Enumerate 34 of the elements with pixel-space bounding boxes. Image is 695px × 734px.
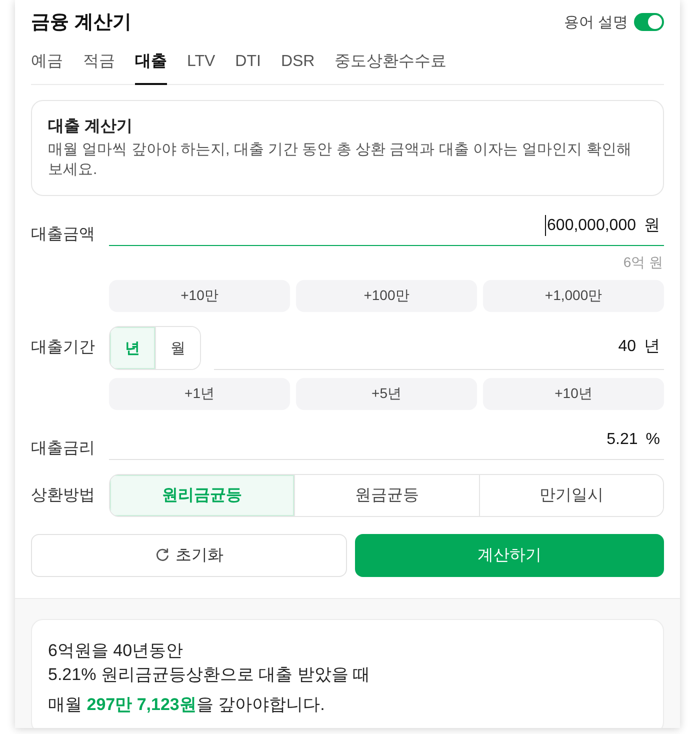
tab[interactable]: LTV bbox=[187, 43, 216, 85]
info-description: 매월 얼마씩 갚아야 하는지, 대출 기간 동안 총 상환 금액과 대출 이자는 얼마인지 확인해 보세요. bbox=[48, 140, 632, 180]
glossary-switch[interactable] bbox=[634, 13, 664, 31]
field-label: 대출기간 bbox=[31, 338, 96, 358]
result-text: 5.21% 원리금균등상환으로 대출 받았을 때 bbox=[48, 664, 372, 686]
page-title: 금융 계산기 bbox=[31, 11, 132, 35]
result-text: 6억원을 40년동안 bbox=[48, 640, 184, 662]
repayment-option[interactable]: 만기일시 bbox=[478, 475, 663, 516]
unit-option[interactable]: 월 bbox=[154, 327, 200, 369]
tab[interactable]: DSR bbox=[280, 43, 315, 85]
tab[interactable]: 중도상환수수료 bbox=[334, 43, 447, 85]
field-label: 상환방법 bbox=[31, 486, 96, 506]
helper-text: 6억 원 bbox=[622, 253, 664, 271]
quick-add-button[interactable]: +1,000만 bbox=[483, 280, 664, 312]
tab[interactable]: 예금 bbox=[31, 43, 63, 85]
field-label: 대출금액 bbox=[31, 225, 96, 245]
quick-add-button[interactable]: +1년 bbox=[109, 378, 290, 410]
input-field[interactable]: 40 년 bbox=[214, 326, 664, 370]
tab[interactable]: 적금 bbox=[83, 43, 115, 85]
refresh-icon bbox=[154, 548, 170, 563]
tab[interactable]: DTI bbox=[235, 43, 261, 85]
quick-add-button[interactable]: +10만 bbox=[109, 280, 290, 312]
tab[interactable]: 대출 bbox=[135, 43, 167, 85]
quick-add-button[interactable]: +5년 bbox=[296, 378, 477, 410]
info-title: 대출 계산기 bbox=[48, 117, 134, 137]
input-field[interactable]: 5.21 % bbox=[109, 424, 664, 460]
quick-add-button[interactable]: +10년 bbox=[483, 378, 664, 410]
field-label: 대출금리 bbox=[31, 439, 96, 459]
quick-add-button[interactable]: +100만 bbox=[296, 280, 477, 312]
payment-summary: 매월 297만 7,123원을 갚아야합니다. bbox=[48, 694, 326, 716]
reset-button[interactable]: 초기화 bbox=[31, 534, 348, 577]
toggle-label: 용어 설명 bbox=[564, 12, 628, 32]
input-field[interactable]: 600,000,000 원 bbox=[109, 210, 664, 246]
text-cursor-icon bbox=[544, 215, 546, 236]
